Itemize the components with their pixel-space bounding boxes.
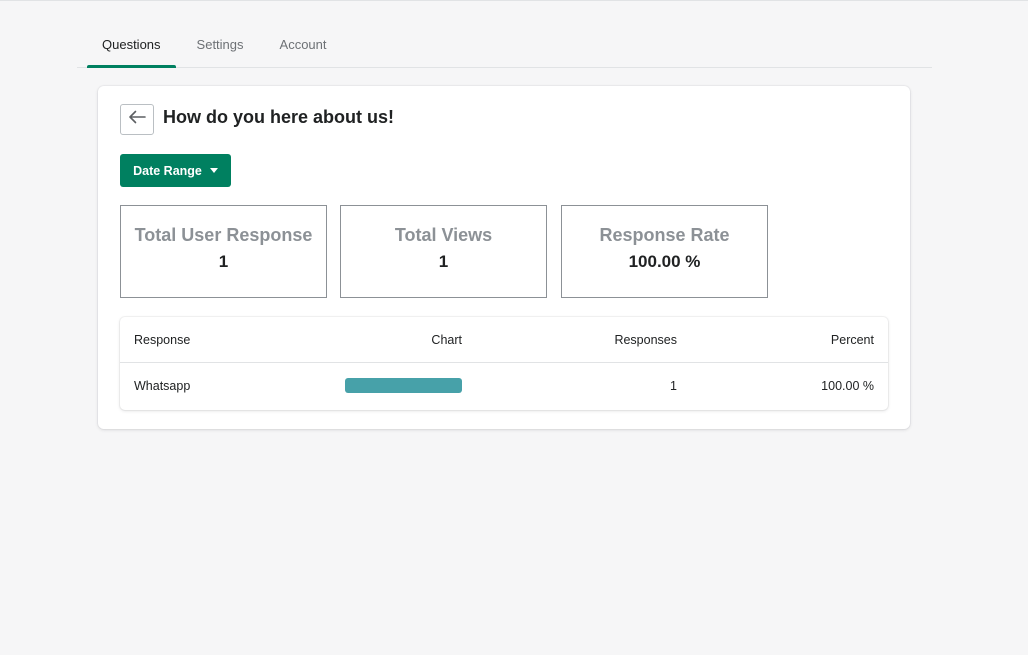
percent-cell: 100.00 % [821, 379, 874, 393]
page-title: How do you here about us! [163, 107, 395, 127]
tab-account[interactable]: Account [262, 24, 337, 67]
stat-response-rate: Response Rate 100.00 % [561, 205, 768, 298]
question-card: How do you here about us! Date Range Tot… [98, 86, 910, 429]
stat-total-views: Total Views 1 [340, 205, 547, 298]
stat-value: 100.00 % [628, 252, 701, 271]
column-header-chart: Chart [431, 333, 462, 347]
arrow-left-icon [128, 110, 146, 129]
stat-value: 1 [438, 252, 449, 271]
tab-settings[interactable]: Settings [176, 24, 262, 67]
column-header-responses: Responses [614, 333, 677, 347]
table-row: Whatsapp 1 100.00 % [120, 363, 888, 409]
stat-value: 1 [218, 252, 229, 271]
caret-down-icon [209, 168, 218, 173]
stat-label: Total User Response [134, 225, 313, 245]
top-border [0, 0, 1028, 1]
date-range-button[interactable]: Date Range [120, 154, 231, 187]
stat-label: Response Rate [599, 225, 730, 245]
date-range-label: Date Range [133, 163, 202, 178]
response-bar [345, 378, 462, 393]
column-header-response: Response [134, 333, 191, 347]
tab-questions[interactable]: Questions [87, 24, 176, 68]
response-cell: Whatsapp [134, 379, 191, 393]
table-header-row: Response Chart Responses Percent [120, 317, 888, 363]
stat-label: Total Views [394, 225, 493, 245]
responses-table: Response Chart Responses Percent Whatsap… [120, 317, 888, 410]
back-button[interactable] [120, 104, 154, 135]
column-header-percent: Percent [830, 333, 874, 347]
responses-cell: 1 [670, 379, 677, 393]
response-bar-fill [345, 378, 462, 393]
tab-bar: Questions Settings Account [77, 24, 932, 68]
stat-total-user-response: Total User Response 1 [120, 205, 327, 298]
